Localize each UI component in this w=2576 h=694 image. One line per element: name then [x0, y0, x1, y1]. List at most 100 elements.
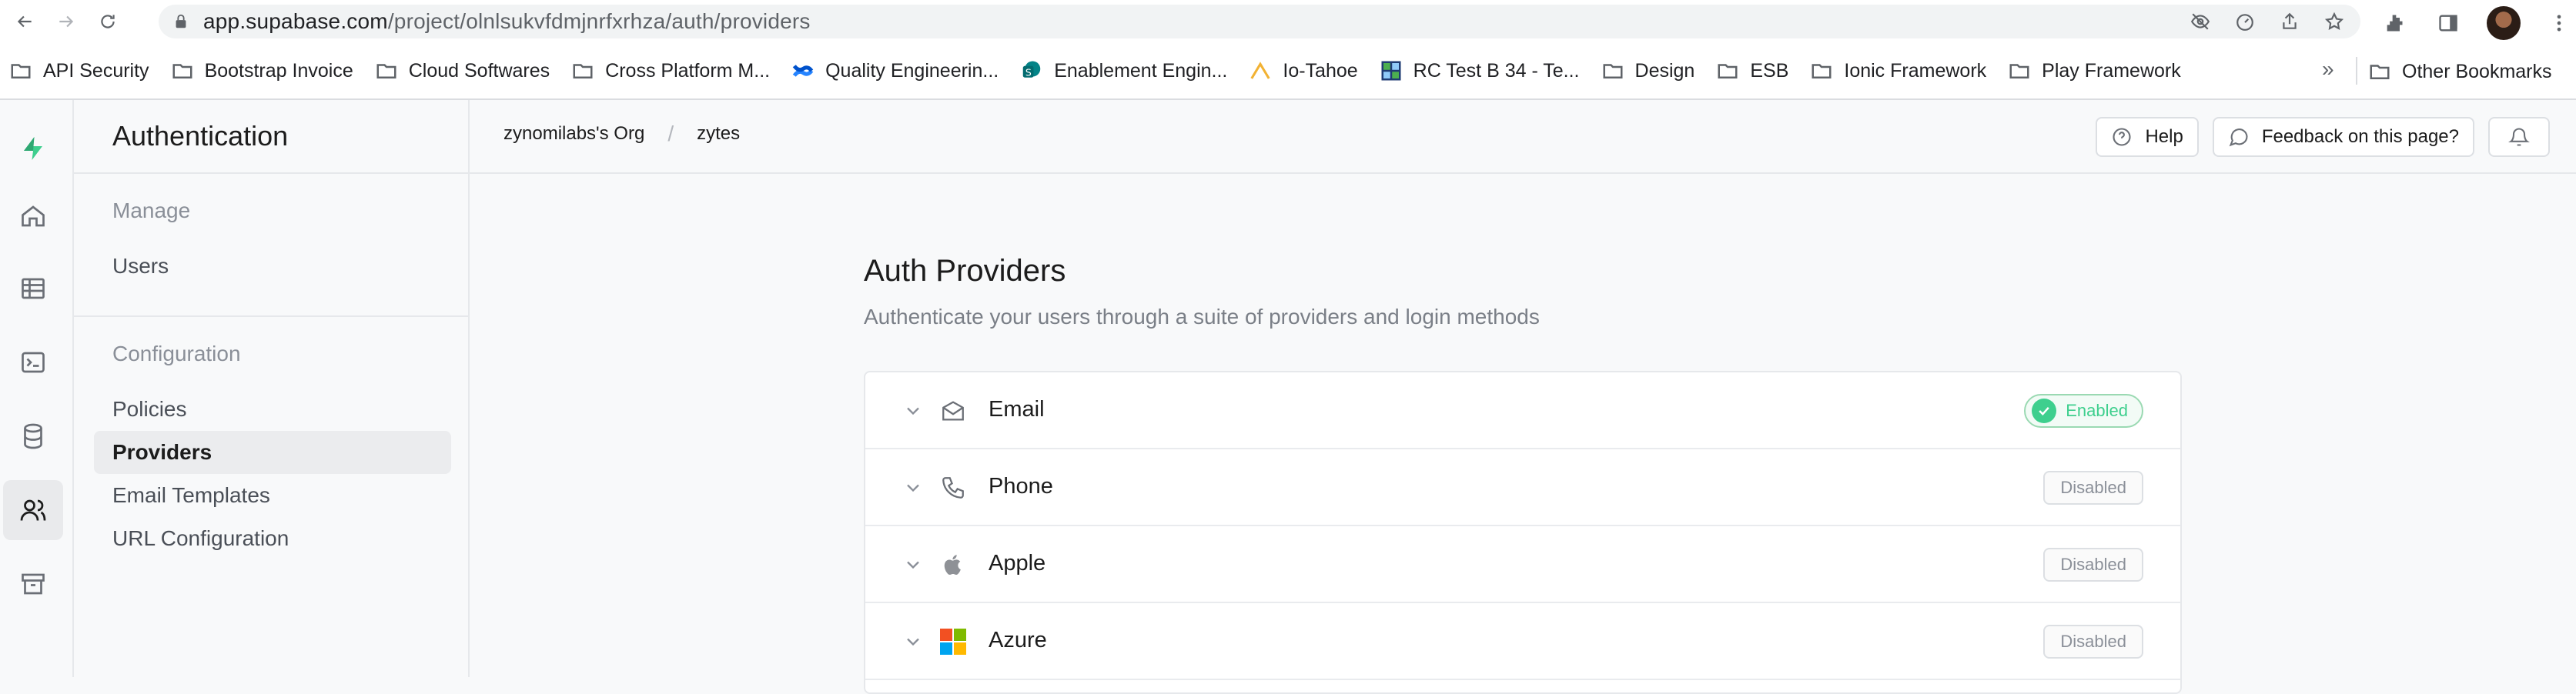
status-badge: Disabled	[2043, 471, 2143, 505]
back-icon[interactable]	[8, 5, 42, 38]
status-badge: Disabled	[2043, 548, 2143, 582]
eye-off-icon[interactable]	[2190, 11, 2211, 32]
folder-icon	[1601, 59, 1624, 82]
sidebar-item-email-templates[interactable]: Email Templates	[94, 474, 451, 517]
side-panel-icon[interactable]	[2433, 8, 2464, 38]
chevron-down-icon[interactable]	[902, 554, 924, 576]
icon-rail	[0, 100, 74, 677]
apple-icon	[939, 551, 967, 579]
bookmark-label: Play Framework	[2042, 59, 2181, 82]
breadcrumb: zynomilabs's Org / zytes	[503, 122, 740, 146]
bookmark-label: Ionic Framework	[1844, 59, 1987, 82]
authentication-icon[interactable]	[3, 480, 63, 540]
menu-group-title: Configuration	[112, 342, 241, 365]
status-badge: Disabled	[2043, 625, 2143, 659]
bookmark-item[interactable]: Design	[1601, 55, 1694, 86]
folder-icon	[2008, 59, 2031, 82]
bookmark-label: RC Test B 34 - Te...	[1413, 59, 1580, 82]
microsoft-icon	[939, 628, 967, 656]
menu-group-title: Manage	[112, 199, 191, 222]
feedback-button[interactable]: Feedback on this page?	[2212, 117, 2474, 157]
storage-icon[interactable]	[3, 554, 63, 614]
bookmark-item[interactable]: Cross Platform M...	[571, 55, 770, 86]
url-host: app.supabase.com	[203, 9, 388, 33]
more-bookmarks-button[interactable]: »	[2322, 57, 2334, 82]
page-title: Auth Providers	[864, 254, 1066, 288]
bookmarks-divider	[2356, 57, 2357, 85]
bookmark-item[interactable]: RC Test B 34 - Te...	[1380, 55, 1580, 86]
provider-name: Apple	[989, 551, 1046, 576]
provider-name: Email	[989, 397, 1045, 422]
performance-icon[interactable]	[2234, 11, 2256, 32]
sharepoint-icon: S	[1020, 59, 1043, 82]
lock-icon	[176, 14, 186, 28]
url-text: app.supabase.com/project/olnlsukvfdmjnrf…	[203, 9, 811, 34]
bookmark-label: Quality Engineerin...	[825, 59, 999, 82]
help-icon	[2113, 128, 2132, 146]
table-editor-icon[interactable]	[3, 259, 63, 319]
svg-text:S: S	[1025, 66, 1032, 78]
status-badge: Enabled	[2024, 394, 2143, 428]
bookmark-item[interactable]: Cloud Softwares	[375, 55, 550, 86]
auth-side-menu: Authentication Manage Users Configuratio…	[74, 100, 470, 677]
sidebar-item-users[interactable]: Users	[94, 245, 451, 288]
sidebar-item-policies[interactable]: Policies	[94, 388, 451, 431]
bookmark-item[interactable]: Ionic Framework	[1810, 55, 1986, 86]
database-icon[interactable]	[3, 406, 63, 466]
sidebar-item-url-configuration[interactable]: URL Configuration	[94, 517, 451, 560]
confluence-icon	[791, 59, 815, 82]
breadcrumb-project[interactable]: zytes	[697, 123, 740, 145]
bookmark-label: Bootstrap Invoice	[204, 59, 353, 82]
kebab-menu-icon[interactable]	[2544, 8, 2574, 38]
notifications-button[interactable]	[2488, 117, 2550, 157]
forward-icon[interactable]	[49, 5, 83, 38]
bell-icon	[2508, 128, 2530, 146]
chevron-down-icon[interactable]	[902, 400, 924, 422]
supabase-app: Authentication Manage Users Configuratio…	[0, 100, 2576, 694]
chevron-down-icon[interactable]	[902, 631, 924, 652]
bookmark-item[interactable]: API Security	[9, 55, 149, 86]
share-icon[interactable]	[2279, 11, 2300, 32]
reload-icon[interactable]	[91, 5, 125, 38]
iotahoe-icon	[1249, 59, 1272, 82]
folder-icon	[571, 59, 594, 82]
home-icon[interactable]	[3, 186, 63, 246]
mail-icon	[939, 397, 967, 425]
other-bookmarks[interactable]: Other Bookmarks	[2368, 56, 2552, 87]
bookmark-item[interactable]: S Enablement Engin...	[1020, 55, 1227, 86]
provider-name: Phone	[989, 474, 1053, 499]
url-path: /project/olnlsukvfdmjnrfxrhza/auth/provi…	[387, 9, 811, 33]
provider-row-apple[interactable]: Apple Disabled	[865, 526, 2180, 603]
status-label: Enabled	[2066, 401, 2128, 420]
folder-icon	[1716, 59, 1739, 82]
bookmark-label: Enablement Engin...	[1054, 59, 1228, 82]
bookmark-label: ESB	[1750, 59, 1789, 82]
profile-avatar[interactable]	[2487, 6, 2521, 40]
provider-name: Azure	[989, 628, 1047, 652]
folder-icon	[1810, 59, 1833, 82]
bookmark-label: Cloud Softwares	[408, 59, 550, 82]
provider-row-email[interactable]: Email Enabled	[865, 372, 2180, 449]
bookmark-item[interactable]: Bootstrap Invoice	[171, 55, 353, 86]
supabase-logo-icon[interactable]	[3, 118, 63, 179]
feedback-label: Feedback on this page?	[2261, 126, 2459, 147]
bookmark-label: Cross Platform M...	[605, 59, 771, 82]
menu-group-configuration: Configuration Policies Providers Email T…	[74, 317, 468, 588]
sidebar-item-providers[interactable]: Providers	[94, 431, 451, 474]
bookmark-item[interactable]: Quality Engineerin...	[791, 55, 999, 86]
bookmark-item[interactable]: ESB	[1716, 55, 1788, 86]
check-icon	[2032, 399, 2057, 423]
chevron-down-icon[interactable]	[902, 477, 924, 499]
extensions-icon[interactable]	[2379, 8, 2410, 38]
bookmark-item[interactable]: Play Framework	[2008, 55, 2181, 86]
star-icon[interactable]	[2323, 11, 2345, 32]
breadcrumb-org[interactable]: zynomilabs's Org	[503, 123, 644, 145]
help-button[interactable]: Help	[2096, 117, 2199, 157]
bookmarks-bar: API Security Bootstrap Invoice Cloud Sof…	[0, 43, 2576, 100]
address-bar[interactable]: app.supabase.com/project/olnlsukvfdmjnrf…	[159, 5, 2360, 38]
provider-row-phone[interactable]: Phone Disabled	[865, 449, 2180, 526]
sql-editor-icon[interactable]	[3, 332, 63, 392]
provider-row-azure[interactable]: Azure Disabled	[865, 603, 2180, 680]
bookmark-item[interactable]: Io-Tahoe	[1249, 55, 1358, 86]
side-menu-title: Authentication	[74, 100, 468, 174]
